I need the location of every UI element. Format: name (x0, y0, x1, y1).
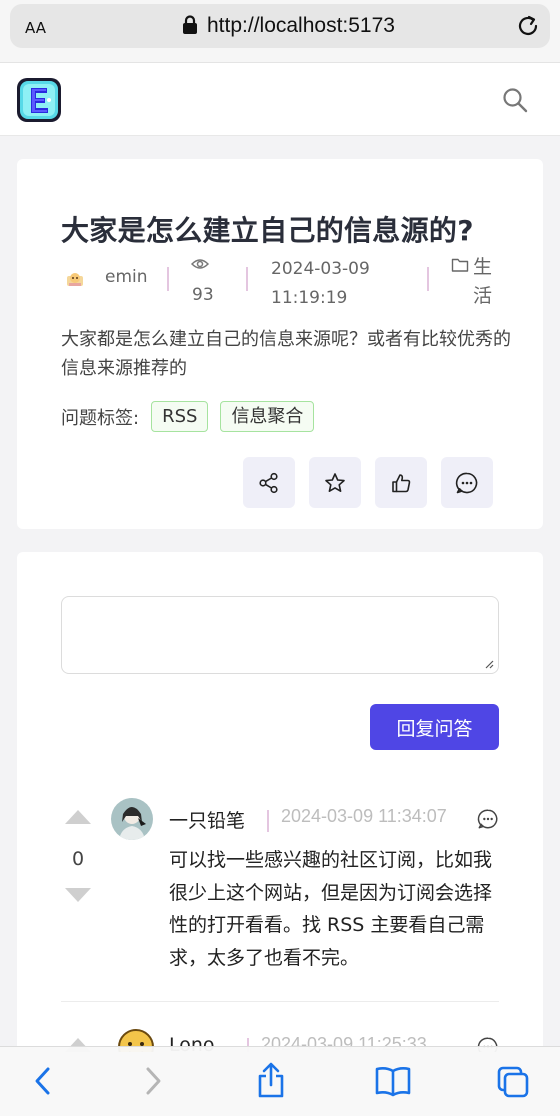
reload-icon[interactable] (514, 12, 542, 40)
comment-button[interactable] (441, 457, 493, 508)
answer-item: 0 一只铅笔 2024-03-09 11:34:07 可以找一些感兴趣的社区订阅… (61, 798, 499, 1002)
tabs-icon[interactable] (496, 1065, 530, 1099)
view-count: 93 (192, 285, 214, 305)
post-date: 2024-03-09 11:19:19 (271, 259, 370, 308)
answer-author-avatar[interactable] (111, 798, 153, 840)
bookmarks-icon[interactable] (374, 1065, 412, 1097)
favorite-button[interactable] (309, 457, 361, 508)
reply-submit-button[interactable]: 回复问答 (370, 704, 499, 750)
question-card: 大家是怎么建立自己的信息源的? emin 93 2024-03-09 11:19:… (17, 159, 543, 529)
lock-icon (183, 15, 197, 34)
downvote-button[interactable] (65, 888, 91, 902)
tags-row: 问题标签: RSS 信息聚合 (61, 401, 315, 432)
vote-count: 0 (71, 848, 85, 870)
eye-icon (191, 259, 209, 269)
tags-label: 问题标签: (61, 407, 140, 429)
meta-separator (427, 267, 429, 291)
share-icon[interactable] (256, 1061, 286, 1099)
comment-icon (455, 472, 478, 493)
like-button[interactable] (375, 457, 427, 508)
category-label[interactable]: 生活 (473, 253, 495, 311)
meta-separator (167, 267, 169, 291)
thumbs-up-icon (392, 473, 411, 492)
question-meta: emin 93 2024-03-09 11:19:19 生活 (61, 253, 511, 309)
browser-bottom-toolbar (0, 1046, 560, 1116)
meta-separator (246, 267, 248, 291)
browser-top-bar: AA http://localhost:5173 (0, 0, 560, 62)
answer-author-name[interactable]: 一只铅笔 (169, 806, 245, 833)
meta-separator (267, 810, 269, 832)
upvote-button[interactable] (65, 810, 91, 824)
star-icon (325, 472, 345, 492)
answer-body: 可以找一些感兴趣的社区订阅，比如我很少上这个网站，但是因为订阅会选择性的打开看看… (169, 849, 493, 969)
question-body: 大家都是怎么建立自己的信息来源呢？或者有比较优秀的信息来源推荐的 (61, 329, 511, 379)
folder-icon (451, 258, 469, 272)
site-header (0, 62, 560, 136)
tag-info-aggregation[interactable]: 信息聚合 (220, 401, 315, 432)
question-title: 大家是怎么建立自己的信息源的? (61, 214, 474, 247)
author-avatar[interactable] (65, 269, 85, 289)
back-arrow-icon[interactable] (32, 1065, 54, 1097)
search-icon[interactable] (502, 87, 528, 113)
resize-handle-icon[interactable] (484, 659, 494, 669)
tag-rss[interactable]: RSS (151, 401, 209, 432)
share-icon (259, 472, 278, 493)
answers-card: 回复问答 0 一只铅笔 2024-03-09 11:34:07 可以找一些感兴趣… (17, 552, 543, 1052)
answer-time: 2024-03-09 11:34:07 (281, 806, 447, 826)
site-logo[interactable] (15, 76, 63, 124)
url-text: http://localhost:5173 (207, 14, 395, 37)
question-actions (243, 457, 493, 508)
reply-textarea[interactable] (61, 596, 499, 674)
reader-text-size-button[interactable]: AA (25, 14, 46, 38)
share-button[interactable] (243, 457, 295, 508)
author-name[interactable]: emin (105, 267, 148, 287)
address-bar[interactable]: AA http://localhost:5173 (10, 4, 550, 48)
comment-icon[interactable] (477, 808, 499, 830)
forward-arrow-icon[interactable] (142, 1065, 164, 1097)
